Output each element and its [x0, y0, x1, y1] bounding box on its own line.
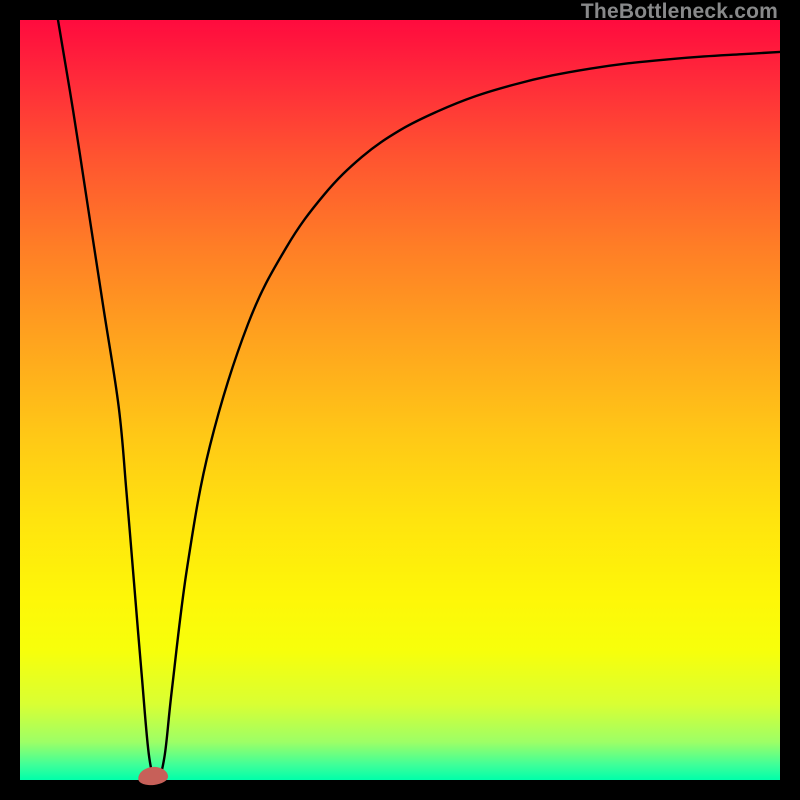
bottleneck-curve	[20, 20, 780, 780]
plot-area	[20, 20, 780, 780]
chart-frame: TheBottleneck.com	[0, 0, 800, 800]
watermark-text: TheBottleneck.com	[581, 0, 778, 24]
